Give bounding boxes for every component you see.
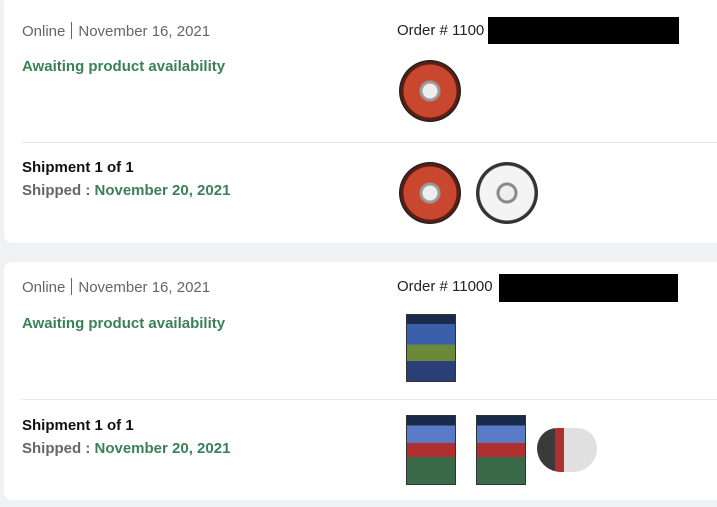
soccer-disc-icon[interactable] <box>476 162 538 224</box>
order-meta: Online November 16, 2021 <box>22 278 210 296</box>
shipment-title: Shipment 1 of 1 <box>22 417 134 434</box>
shipment-title: Shipment 1 of 1 <box>22 159 134 176</box>
shipped-info: Shipped : November 20, 2021 <box>22 440 230 457</box>
order-meta: Online November 16, 2021 <box>22 22 210 40</box>
order-status: Awaiting product availability <box>22 315 226 332</box>
game-box-icon[interactable] <box>406 415 456 485</box>
game-box-icon[interactable] <box>476 415 526 485</box>
meta-separator <box>71 22 73 39</box>
order-card: Online November 16, 2021 Order # 1100 Awa… <box>4 0 717 243</box>
order-number[interactable]: Order # 1100 <box>397 22 484 39</box>
order-number[interactable]: Order # 11000 <box>397 278 493 295</box>
order-status: Awaiting product availability <box>22 58 226 75</box>
redaction-bar <box>488 17 679 44</box>
shipped-label: Shipped : <box>22 182 95 199</box>
meta-separator <box>71 278 73 295</box>
shipped-date: November 20, 2021 <box>94 182 231 199</box>
controller-icon[interactable] <box>537 428 597 472</box>
redaction-bar <box>499 274 678 302</box>
shipped-date: November 20, 2021 <box>94 440 231 457</box>
shipped-info: Shipped : November 20, 2021 <box>22 182 230 199</box>
order-card: Online November 16, 2021 Order # 11000 Aw… <box>4 262 717 500</box>
shipped-label: Shipped : <box>22 440 95 457</box>
order-channel: Online <box>22 23 66 40</box>
game-box-icon[interactable] <box>406 314 456 382</box>
game-disc-icon[interactable] <box>399 60 461 122</box>
divider <box>22 399 717 400</box>
game-disc-icon[interactable] <box>399 162 461 224</box>
order-date: November 16, 2021 <box>78 23 211 40</box>
order-date: November 16, 2021 <box>78 279 211 296</box>
divider <box>22 142 717 143</box>
order-channel: Online <box>22 279 66 296</box>
